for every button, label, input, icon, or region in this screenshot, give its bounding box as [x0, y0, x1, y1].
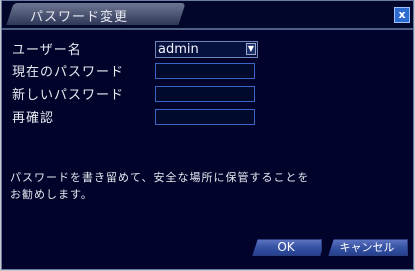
ok-button[interactable]: OK — [244, 239, 322, 256]
new-password-label: 新しいパスワード — [12, 88, 125, 103]
note-line-2: お勧めします。 — [10, 188, 93, 201]
password-change-dialog: パスワード変更 x ユーザー名 admin ▼ 現在のパスワード 新しいパスワー… — [1, 0, 414, 270]
username-select[interactable]: admin ▼ — [155, 41, 258, 58]
confirm-password-field[interactable] — [155, 109, 255, 125]
current-password-field[interactable] — [155, 63, 255, 79]
ok-button-label: OK — [277, 240, 295, 254]
cancel-button-notch — [320, 239, 334, 256]
password-note: パスワードを書き留めて、安全な場所に保管することを お勧めします。 — [10, 169, 410, 203]
dialog-title: パスワード変更 — [30, 10, 129, 25]
username-label: ユーザー名 — [12, 43, 82, 58]
cancel-button-label: キャンセル — [339, 241, 395, 254]
note-line-1: パスワードを書き留めて、安全な場所に保管することを — [10, 171, 310, 184]
title-bar: パスワード変更 x — [2, 1, 413, 28]
cancel-button[interactable]: キャンセル — [320, 239, 408, 256]
username-value: admin — [158, 42, 199, 57]
title-divider — [2, 28, 413, 30]
chevron-down-icon[interactable]: ▼ — [246, 43, 256, 55]
ok-button-notch — [244, 239, 258, 256]
close-button[interactable]: x — [394, 7, 410, 23]
new-password-field[interactable] — [155, 86, 255, 102]
current-password-label: 現在のパスワード — [12, 65, 125, 80]
confirm-password-label: 再確認 — [12, 111, 55, 126]
